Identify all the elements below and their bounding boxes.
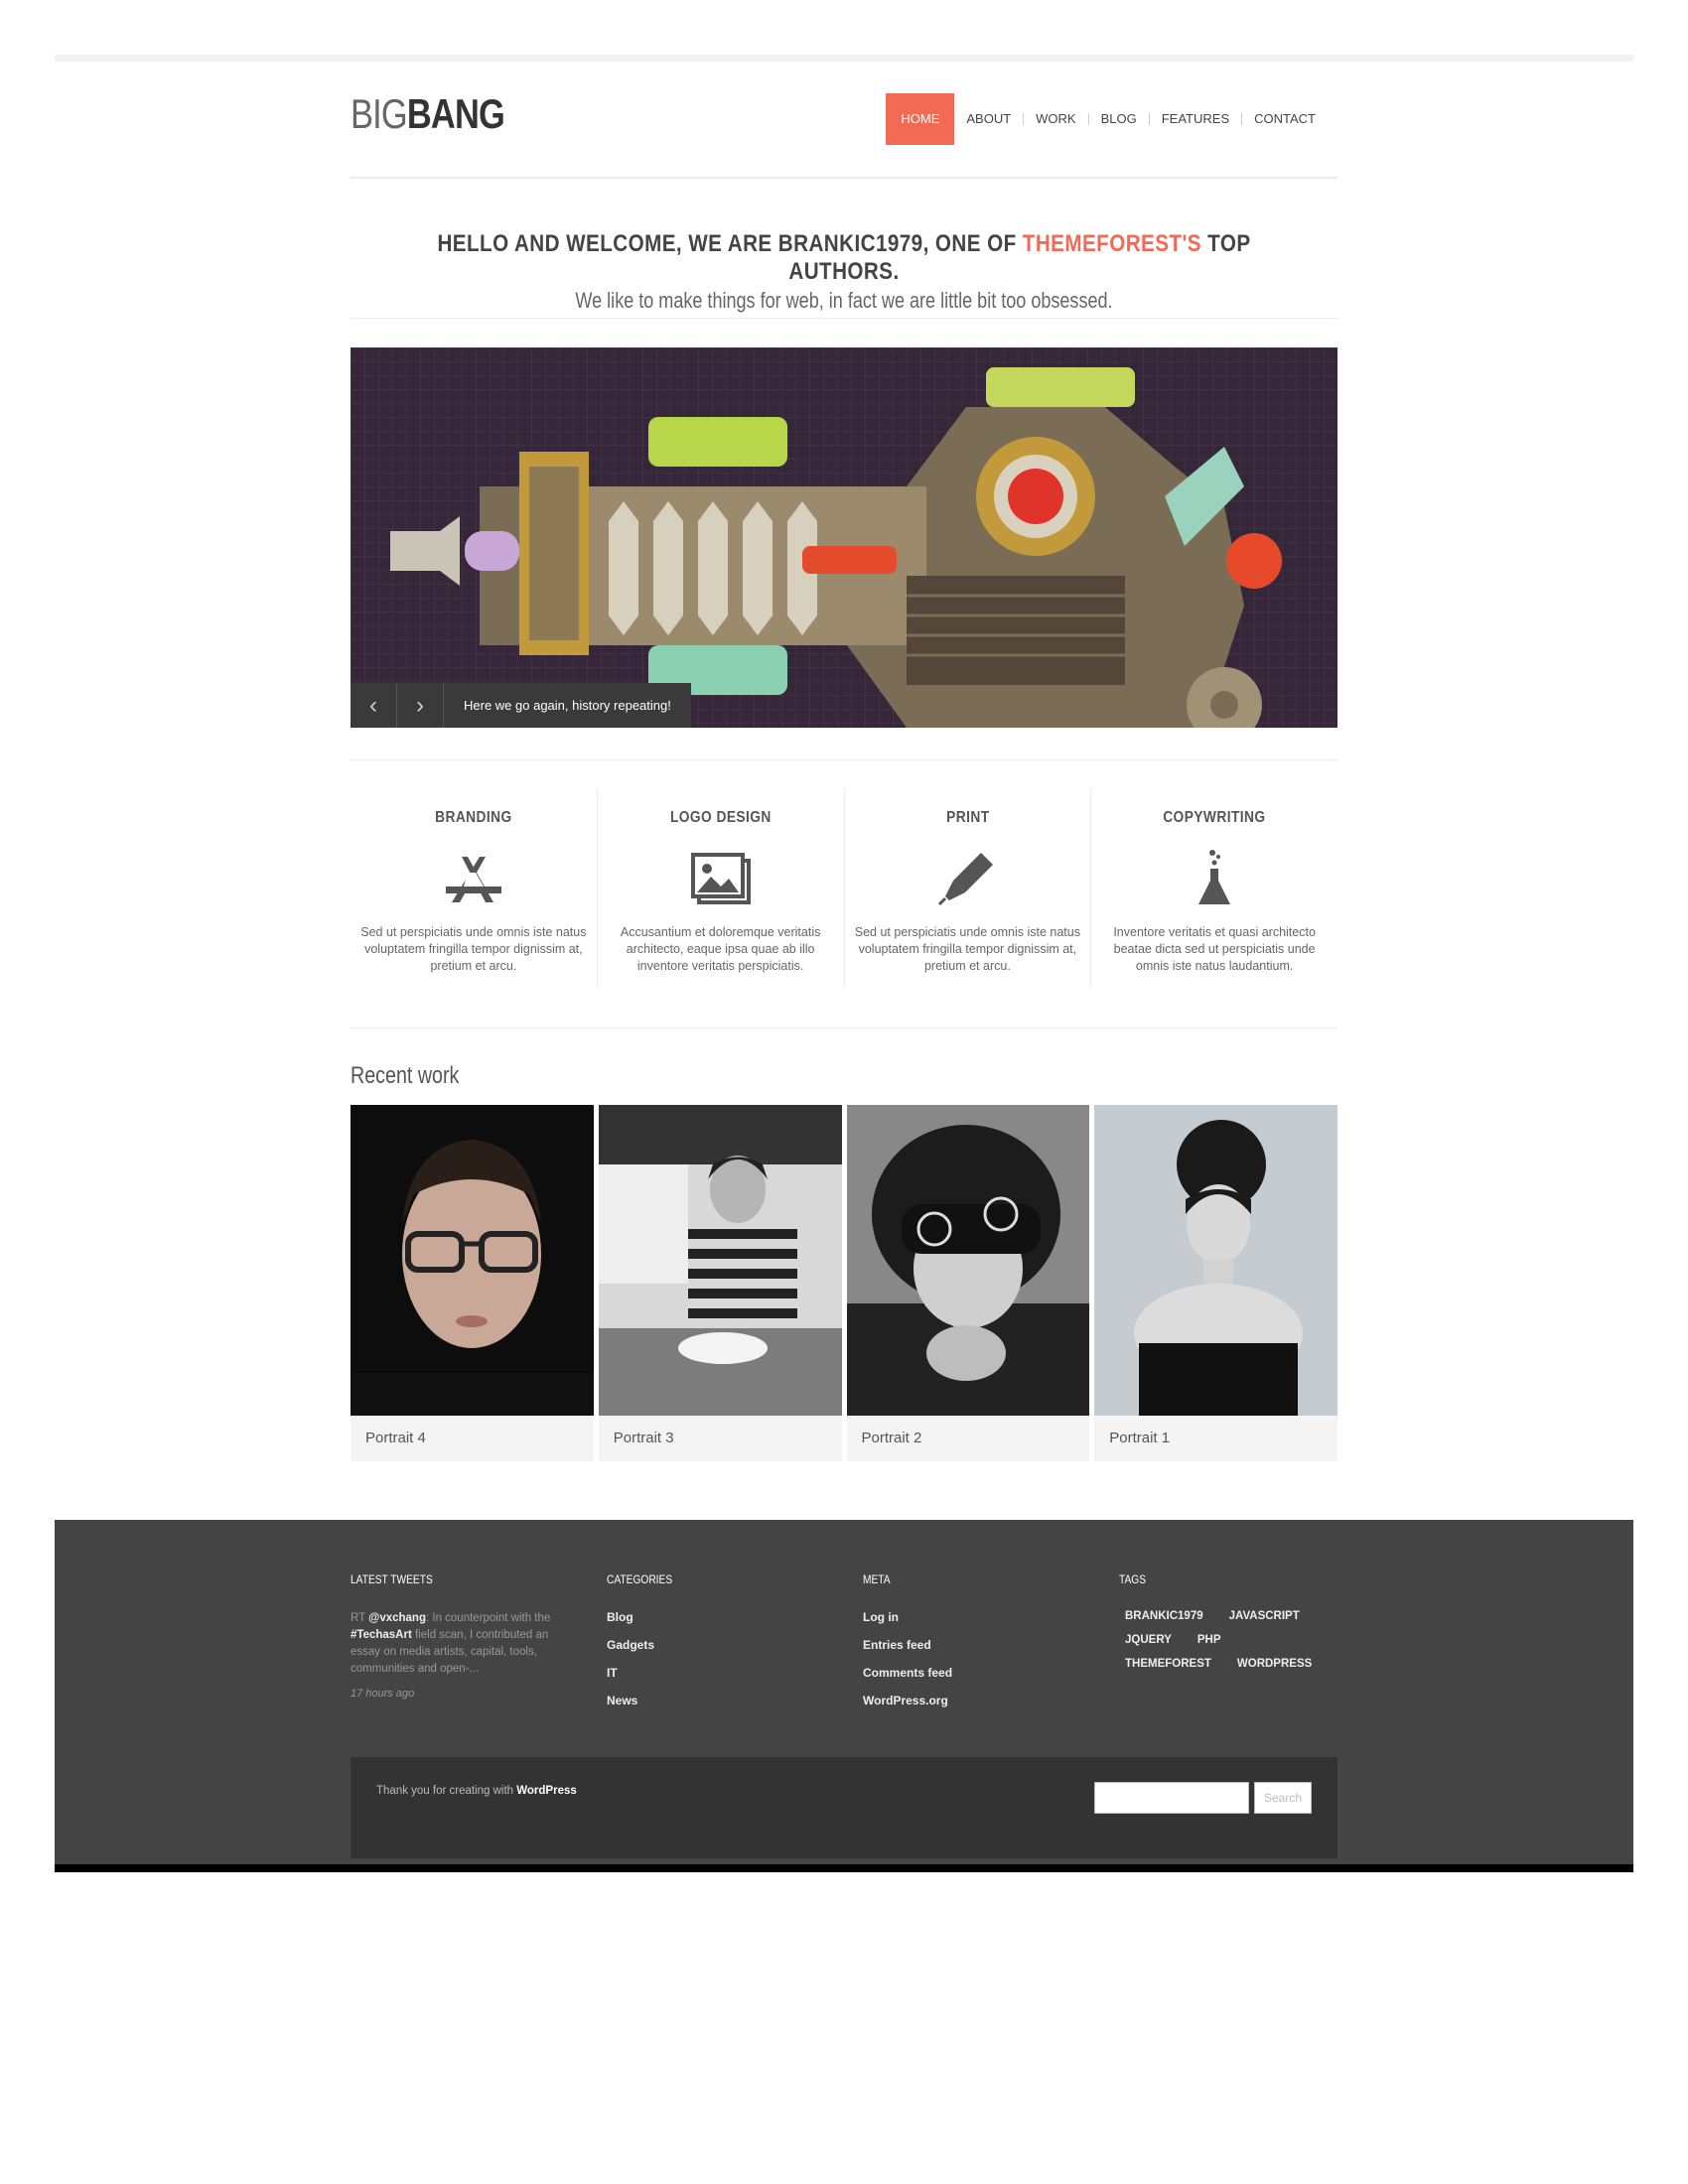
footer-latest-tweets: LATEST TWEETS RT @vxchang: In counterpoi… — [351, 1572, 579, 1700]
search-input[interactable] — [1094, 1782, 1249, 1814]
recent-work-grid: Portrait 4 Portrait 3 Portrait 2 Portrai… — [351, 1105, 1337, 1464]
tag-link[interactable]: WORDPRESS — [1231, 1658, 1318, 1670]
slider-illustration — [351, 347, 1337, 728]
portfolio-label[interactable]: Portrait 3 — [598, 1416, 842, 1461]
chevron-left-icon: ‹ — [369, 692, 377, 719]
divider — [351, 1027, 1337, 1028]
footer-heading: META — [863, 1572, 891, 1586]
slider-prev-button[interactable]: ‹ — [351, 683, 397, 728]
slider-caption: Here we go again, history repeating! — [444, 683, 691, 728]
meta-link[interactable]: Log in — [863, 1610, 1091, 1624]
service-title: BRANDING — [435, 809, 512, 826]
tweet-timestamp[interactable]: 17 hours ago — [351, 1688, 579, 1700]
nav-item-contact[interactable]: CONTACT — [1242, 93, 1328, 145]
hero-slider: ‹ › Here we go again, history repeating! — [351, 347, 1337, 728]
category-link[interactable]: IT — [607, 1666, 835, 1680]
portfolio-thumbnail[interactable] — [598, 1105, 842, 1416]
welcome-title: HELLO AND WELCOME, WE ARE BRANKIC1979, O… — [420, 230, 1269, 286]
portfolio-thumbnail[interactable] — [846, 1105, 1090, 1416]
site-header: BIGBANG HOME ABOUT WORK BLOG FEATURES CO… — [351, 62, 1337, 179]
service-text: Sed ut perspiciatis unde omnis iste natu… — [360, 925, 587, 973]
footer-heading: CATEGORIES — [607, 1572, 673, 1586]
services-section: BRANDING Sed ut perspiciatis unde omnis … — [351, 789, 1337, 988]
nav-item-features[interactable]: FEATURES — [1150, 93, 1241, 145]
service-text: Inventore veritatis et quasi architecto … — [1113, 925, 1316, 973]
portfolio-thumbnail[interactable] — [1094, 1105, 1337, 1416]
welcome-subtitle: We like to make things for web, in fact … — [575, 288, 1113, 313]
logo-thin-text: BIG — [351, 90, 408, 137]
portfolio-item[interactable]: Portrait 2 — [846, 1105, 1090, 1464]
tweet-body: : In counterpoint with the — [425, 1612, 551, 1624]
footer-credit: Thank you for creating with WordPress — [376, 1785, 577, 1797]
tag-cloud: BRANKIC1979 JAVASCRIPT JQUERY PHP THEMEF… — [1119, 1610, 1328, 1670]
top-border — [55, 55, 1633, 62]
wordpress-link[interactable]: WordPress — [516, 1785, 577, 1797]
footer-categories: CATEGORIES Blog Gadgets IT News — [607, 1572, 835, 1721]
footer-tags: TAGS BRANKIC1979 JAVASCRIPT JQUERY PHP T… — [1119, 1572, 1347, 1670]
footer-meta: META Log in Entries feed Comments feed W… — [863, 1572, 1091, 1721]
tweet-hashtag-link[interactable]: #TechasArt — [351, 1629, 412, 1641]
category-link[interactable]: Gadgets — [607, 1638, 835, 1652]
divider — [351, 759, 1337, 760]
pen-icon — [938, 853, 994, 906]
meta-link[interactable]: WordPress.org — [863, 1694, 1091, 1707]
footer-heading: TAGS — [1119, 1572, 1147, 1586]
portfolio-label[interactable]: Portrait 1 — [1094, 1416, 1337, 1461]
tag-link[interactable]: BRANKIC1979 — [1119, 1610, 1209, 1622]
portfolio-item[interactable]: Portrait 3 — [598, 1105, 842, 1464]
service-title: LOGO DESIGN — [669, 809, 772, 826]
category-link[interactable]: News — [607, 1694, 835, 1707]
service-text: Sed ut perspiciatis unde omnis iste natu… — [854, 925, 1080, 973]
portfolio-label[interactable]: Portrait 4 — [351, 1416, 594, 1461]
nav-item-home[interactable]: HOME — [886, 93, 955, 145]
meta-link[interactable]: Entries feed — [863, 1638, 1091, 1652]
nav-item-about[interactable]: ABOUT — [954, 93, 1023, 145]
service-branding: BRANDING Sed ut perspiciatis unde omnis … — [351, 789, 598, 988]
tag-link[interactable]: JQUERY — [1119, 1634, 1178, 1646]
category-link[interactable]: Blog — [607, 1610, 835, 1624]
service-title: COPYWRITING — [1163, 809, 1266, 826]
credit-text: Thank you for creating with — [376, 1785, 517, 1797]
tag-link[interactable]: THEMEFOREST — [1119, 1658, 1217, 1670]
tag-link[interactable]: JAVASCRIPT — [1223, 1610, 1306, 1622]
site-logo[interactable]: BIGBANG — [351, 90, 505, 137]
service-print: PRINT Sed ut perspiciatis unde omnis ist… — [845, 789, 1092, 988]
tweet-handle-link[interactable]: @vxchang — [368, 1612, 426, 1624]
service-title: PRINT — [945, 809, 990, 826]
recent-work-title: Recent work — [351, 1062, 460, 1089]
service-copywriting: COPYWRITING Inventore veritatis et quasi… — [1091, 789, 1337, 988]
sub-footer: Thank you for creating with WordPress Se… — [351, 1757, 1337, 1858]
service-text: Accusantium et doloremque veritatis arch… — [620, 925, 821, 973]
chevron-right-icon: › — [416, 692, 424, 719]
slider-controls: ‹ › Here we go again, history repeating! — [351, 683, 691, 728]
meta-link[interactable]: Comments feed — [863, 1666, 1091, 1680]
app-store-icon — [445, 857, 501, 902]
tweet-prefix: RT — [351, 1612, 369, 1624]
portfolio-item[interactable]: Portrait 4 — [351, 1105, 594, 1464]
tag-link[interactable]: PHP — [1192, 1634, 1227, 1646]
welcome-section: HELLO AND WELCOME, WE ARE BRANKIC1979, O… — [351, 226, 1337, 319]
slider-next-button[interactable]: › — [397, 683, 444, 728]
search-button[interactable]: Search — [1254, 1782, 1312, 1814]
service-logo-design: LOGO DESIGN Accusantium et doloremque ve… — [598, 789, 845, 988]
portfolio-item[interactable]: Portrait 1 — [1094, 1105, 1337, 1464]
flask-icon — [1198, 850, 1231, 904]
welcome-title-text: HELLO AND WELCOME, WE ARE BRANKIC1979, O… — [437, 230, 1023, 257]
welcome-title-accent[interactable]: THEMEFOREST'S — [1023, 230, 1201, 257]
footer-bottom-border — [55, 1864, 1633, 1872]
footer-heading: LATEST TWEETS — [351, 1572, 433, 1586]
image-icon — [690, 853, 751, 904]
nav-item-work[interactable]: WORK — [1024, 93, 1087, 145]
logo-bold-text: BANG — [406, 90, 505, 137]
portfolio-label[interactable]: Portrait 2 — [846, 1416, 1090, 1461]
main-nav: HOME ABOUT WORK BLOG FEATURES CONTACT — [886, 93, 1328, 145]
portfolio-thumbnail[interactable] — [351, 1105, 594, 1416]
tweet-text: RT @vxchang: In counterpoint with the #T… — [351, 1610, 559, 1678]
nav-item-blog[interactable]: BLOG — [1089, 93, 1149, 145]
